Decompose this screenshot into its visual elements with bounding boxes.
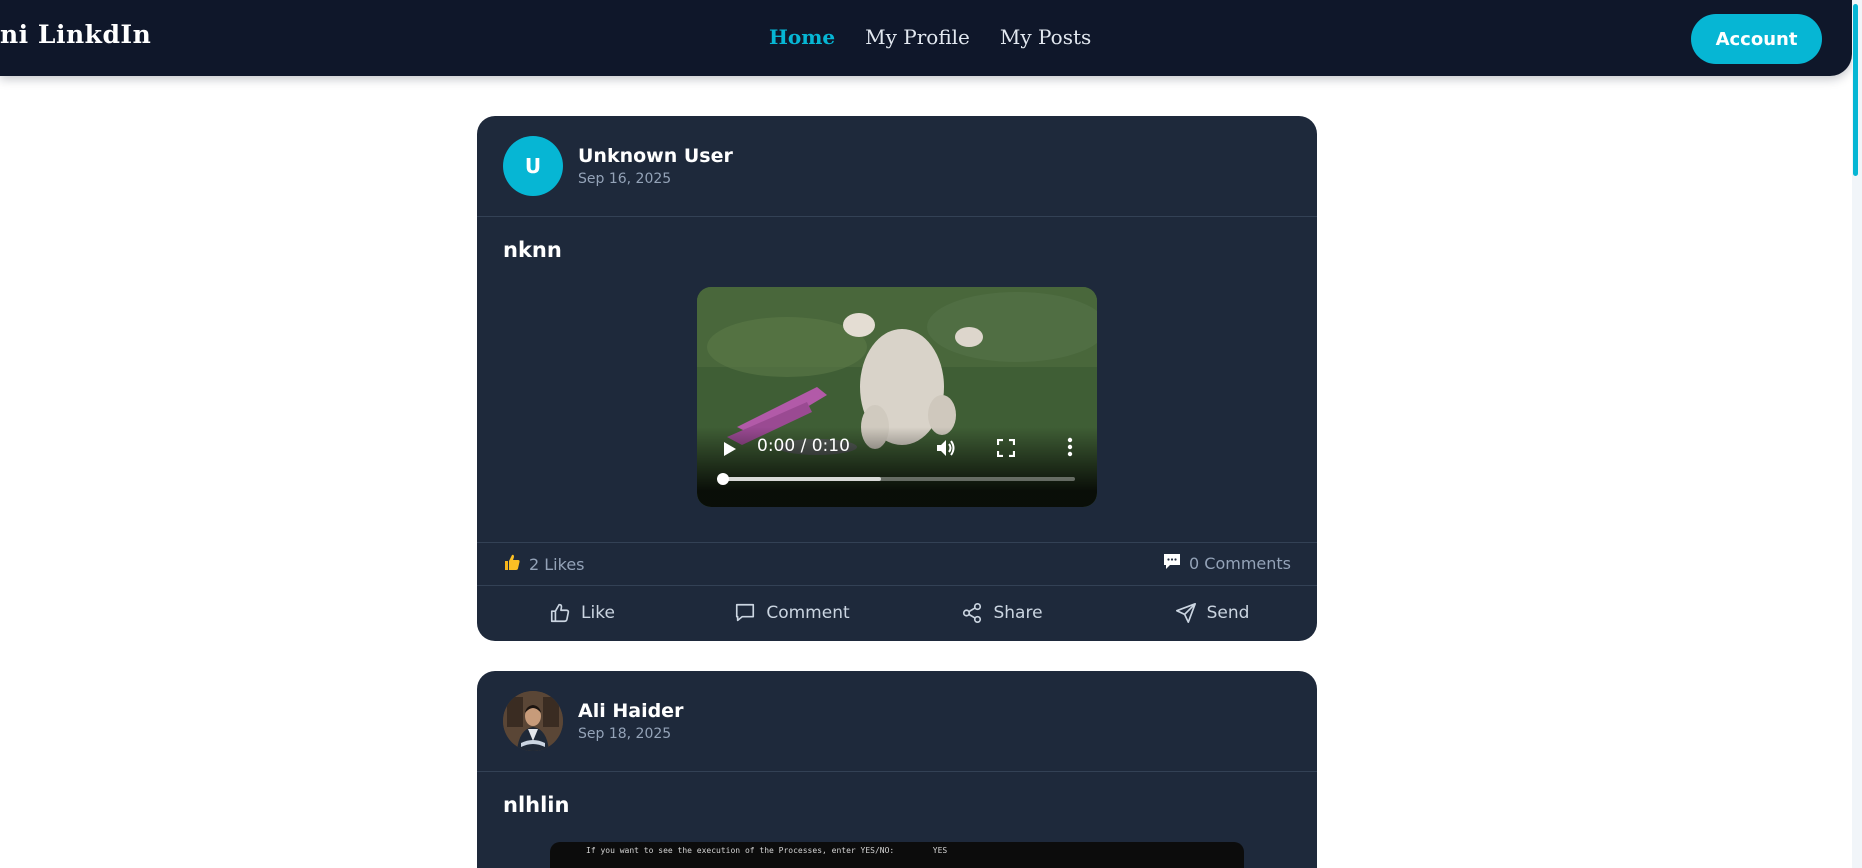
likes-count[interactable]: 2 Likes (503, 553, 585, 575)
comments-count[interactable]: 0 Comments (1163, 553, 1291, 574)
post-image[interactable]: If you want to see the execution of the … (550, 842, 1244, 868)
comment-icon (736, 603, 755, 622)
post-title: nlhlin (503, 793, 570, 817)
video-time: 0:00 / 0:10 (757, 436, 850, 456)
video-progress-track[interactable] (723, 477, 1075, 481)
nav-my-posts-link[interactable]: My Posts (1000, 25, 1091, 49)
like-label: Like (581, 603, 615, 623)
share-button[interactable]: Share (897, 585, 1107, 641)
play-icon[interactable] (723, 441, 737, 457)
nav-links: Home My Profile My Posts (769, 25, 1091, 49)
volume-icon[interactable] (936, 438, 958, 458)
brand-logo[interactable]: ini LinkdIn (0, 20, 151, 49)
send-label: Send (1206, 603, 1250, 623)
thumbs-up-icon (550, 603, 570, 623)
fullscreen-icon[interactable] (997, 439, 1015, 457)
send-icon (1175, 603, 1196, 623)
user-photo (503, 691, 563, 751)
video-player[interactable]: 0:00 / 0:10 (697, 287, 1097, 507)
share-label: Share (993, 603, 1043, 623)
avatar[interactable]: U (503, 136, 563, 196)
author-name[interactable]: Ali Haider (578, 700, 683, 722)
author-name[interactable]: Unknown User (578, 145, 733, 167)
comment-label: Comment (766, 603, 850, 623)
video-progress-knob[interactable] (717, 473, 729, 485)
send-button[interactable]: Send (1107, 585, 1317, 641)
post-stats: 2 Likes 0 Comments (477, 542, 1317, 586)
more-vertical-icon[interactable] (1067, 437, 1073, 457)
post-date: Sep 16, 2025 (578, 171, 672, 187)
likes-label: 2 Likes (529, 554, 585, 574)
like-button[interactable]: Like (477, 585, 687, 641)
video-buffered-bar (723, 477, 882, 481)
post-header: Ali Haider Sep 18, 2025 (477, 671, 1317, 772)
post-card: U Unknown User Sep 16, 2025 nknn 0:00 / … (477, 116, 1317, 641)
speech-bubble-icon (1163, 553, 1181, 574)
avatar[interactable] (503, 691, 563, 751)
nav-my-profile-link[interactable]: My Profile (865, 25, 970, 49)
post-actions: Like Comment Share Send (477, 585, 1317, 641)
nav-home-link[interactable]: Home (769, 25, 835, 49)
post-card: Ali Haider Sep 18, 2025 nlhlin If you wa… (477, 671, 1317, 868)
post-title: nknn (503, 238, 562, 262)
terminal-text: If you want to see the execution of the … (586, 846, 948, 855)
thumbs-up-emoji-icon (503, 553, 521, 575)
account-button[interactable]: Account (1691, 14, 1822, 64)
scrollbar-thumb[interactable] (1853, 4, 1858, 176)
share-icon (963, 603, 982, 623)
comment-button[interactable]: Comment (687, 585, 897, 641)
comments-label: 0 Comments (1189, 554, 1291, 573)
top-navbar: ini LinkdIn Home My Profile My Posts Acc… (0, 0, 1852, 76)
post-date: Sep 18, 2025 (578, 726, 672, 742)
post-header: U Unknown User Sep 16, 2025 (477, 116, 1317, 217)
